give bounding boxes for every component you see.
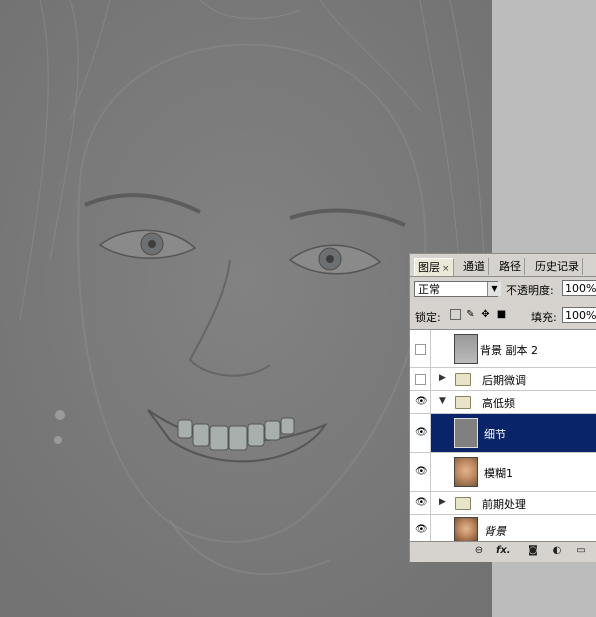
- blend-mode-value: 正常: [418, 283, 440, 296]
- lock-label: 锁定:: [415, 311, 441, 324]
- lock-transparent-icon[interactable]: [450, 309, 461, 320]
- hidden-box-icon: [415, 374, 426, 385]
- mask-icon[interactable]: ◙: [526, 545, 540, 557]
- visibility-toggle[interactable]: 👁: [410, 414, 431, 452]
- tab-history-label: 历史记录: [535, 260, 579, 273]
- layer-row-group-frequency[interactable]: 👁 ▼ 高低频: [410, 391, 596, 414]
- tab-layers[interactable]: 图层 ×: [414, 258, 454, 276]
- chevron-down-icon[interactable]: ▼: [487, 282, 501, 296]
- tab-paths[interactable]: 路径: [496, 258, 525, 275]
- tab-paths-label: 路径: [499, 260, 521, 273]
- lock-move-icon[interactable]: ✥: [480, 309, 491, 320]
- layer-name: 背景: [484, 525, 506, 538]
- visibility-toggle[interactable]: 👁: [410, 391, 431, 413]
- layer-name: 高低频: [482, 397, 515, 410]
- eye-icon: 👁: [415, 427, 428, 438]
- layer-name: 前期处理: [482, 498, 526, 511]
- layer-thumbnail: [454, 334, 478, 364]
- link-icon[interactable]: ⊖: [472, 545, 486, 557]
- chevron-down-icon[interactable]: ▼: [439, 396, 446, 406]
- layer-name: 背景 副本 2: [480, 344, 538, 357]
- layer-thumbnail: [454, 517, 478, 542]
- eye-icon: 👁: [415, 524, 428, 535]
- hidden-box-icon: [415, 343, 426, 355]
- layer-row-blur1[interactable]: 👁 模糊1: [410, 453, 596, 492]
- adjustment-icon[interactable]: ◐: [550, 545, 564, 557]
- visibility-toggle[interactable]: 👁: [410, 453, 431, 491]
- layer-row-group-pre-process[interactable]: 👁 ▶ 前期处理: [410, 492, 596, 515]
- blend-mode-select[interactable]: 正常: [414, 281, 498, 297]
- folder-icon[interactable]: ▭: [574, 545, 588, 557]
- fx-icon[interactable]: fx.: [496, 545, 511, 557]
- layer-list: 背景 副本 2 ▶ 后期微调 👁 ▼ 高低频 👁 细节 👁 模糊1 👁 ▶ 前期…: [410, 329, 596, 542]
- eye-icon: 👁: [415, 497, 428, 508]
- panel-tabs: 图层 × 通道 路径 历史记录: [410, 258, 596, 277]
- tab-layers-label: 图层: [418, 261, 440, 274]
- layer-row-background[interactable]: 👁 背景: [410, 515, 596, 542]
- chevron-right-icon[interactable]: ▶: [439, 373, 446, 383]
- folder-icon: [455, 497, 471, 510]
- close-icon[interactable]: ×: [442, 264, 450, 274]
- tab-channels[interactable]: 通道: [460, 258, 489, 275]
- fill-input[interactable]: 100%: [562, 307, 596, 323]
- panel-footer: ⊖ fx. ◙ ◐ ▭: [410, 541, 596, 562]
- eye-icon: 👁: [415, 396, 428, 407]
- visibility-toggle[interactable]: 👁: [410, 492, 431, 514]
- layer-name: 细节: [484, 428, 506, 441]
- eye-icon: 👁: [415, 466, 428, 477]
- opacity-label: 不透明度:: [506, 284, 554, 297]
- layer-thumbnail: [454, 457, 478, 487]
- opacity-input[interactable]: 100%: [562, 280, 596, 296]
- fill-label: 填充:: [531, 311, 557, 324]
- layer-thumbnail: [454, 418, 478, 448]
- layer-name: 模糊1: [484, 467, 513, 480]
- layer-row-group-post-adjust[interactable]: ▶ 后期微调: [410, 368, 596, 391]
- folder-icon: [455, 373, 471, 386]
- tab-history[interactable]: 历史记录: [532, 258, 583, 275]
- layer-row-background-copy-2[interactable]: 背景 副本 2: [410, 330, 596, 368]
- layers-panel: 图层 × 通道 路径 历史记录 正常 ▼ 不透明度: 100% 锁定: ✎ ✥ ■…: [409, 253, 596, 562]
- visibility-toggle[interactable]: 👁: [410, 515, 431, 542]
- layer-row-detail[interactable]: 👁 细节: [410, 414, 596, 453]
- visibility-toggle[interactable]: [410, 368, 431, 390]
- folder-icon: [455, 396, 471, 409]
- lock-all-icon[interactable]: ■: [496, 309, 507, 320]
- visibility-toggle[interactable]: [410, 330, 431, 367]
- layer-name: 后期微调: [482, 374, 526, 387]
- lock-brush-icon[interactable]: ✎: [465, 309, 476, 320]
- chevron-right-icon[interactable]: ▶: [439, 497, 446, 507]
- tab-channels-label: 通道: [463, 260, 485, 273]
